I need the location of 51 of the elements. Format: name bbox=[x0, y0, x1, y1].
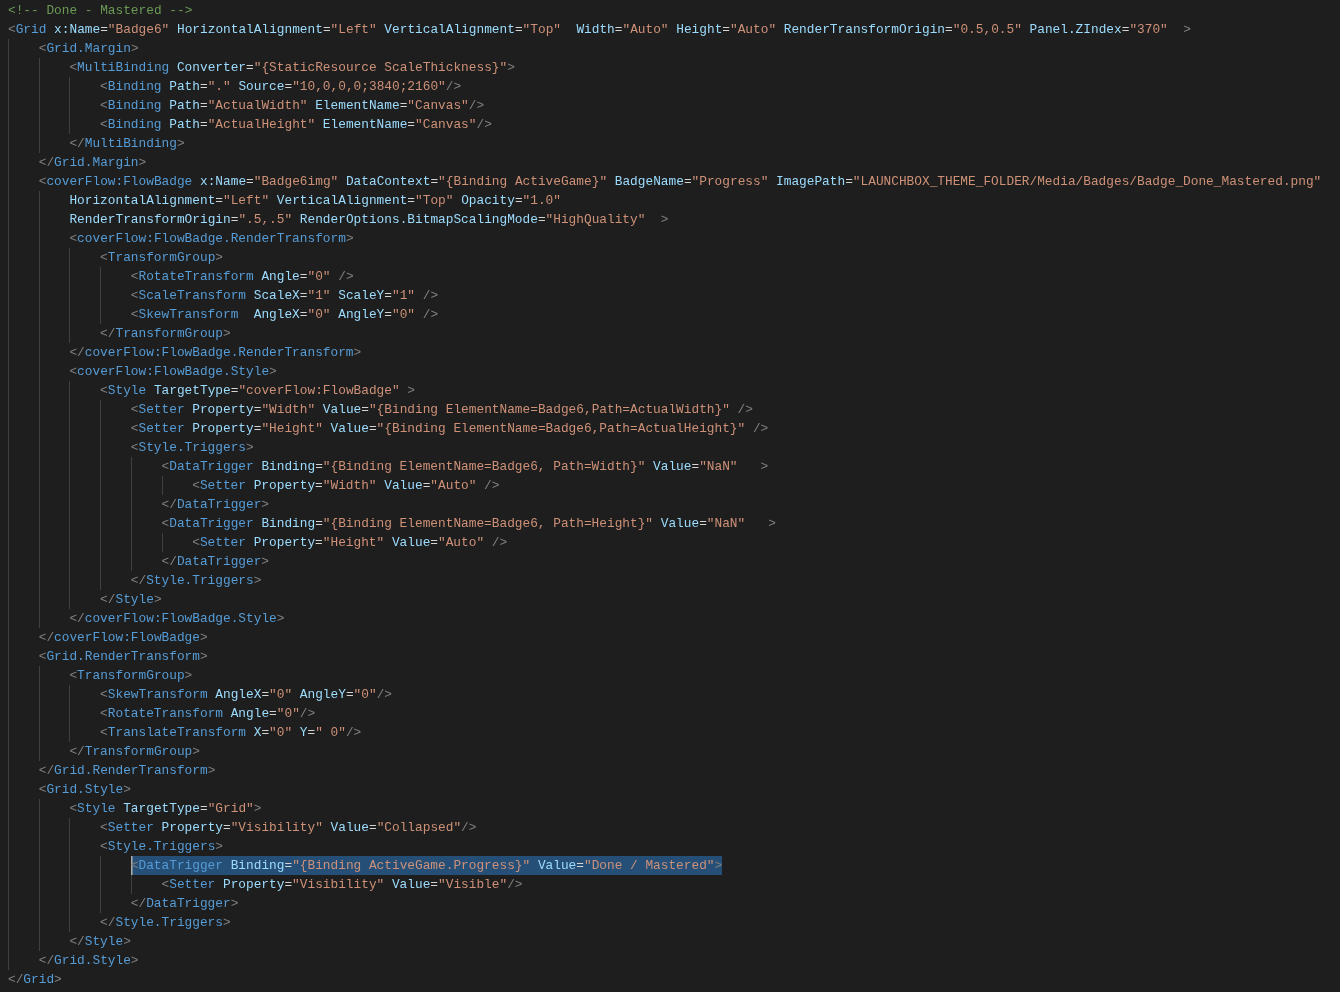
code-line: <Setter Property="Visibility" Value="Visible"/> bbox=[161, 876, 523, 894]
code-line: <coverFlow:FlowBadge x:Name="Badge6img" DataContext="{Binding ActiveGame}" BadgeName="Progress" ImagePath="LAUNCHBOX_THEME_FOLDER/Media/Badges/Badge_Done_Mastered.png" bbox=[38, 173, 1322, 191]
code-line: <Setter Property="Visibility" Value="Collapsed"/> bbox=[100, 819, 477, 837]
code-line: </Grid.Style> bbox=[38, 952, 139, 970]
code-line: <Binding Path="." Source="10,0,0,0;3840;2160"/> bbox=[100, 78, 462, 96]
code-line: <Style TargetType="coverFlow:FlowBadge" > bbox=[100, 382, 416, 400]
code-line: </TransformGroup> bbox=[100, 325, 231, 343]
code-line: <Grid.RenderTransform> bbox=[38, 648, 208, 666]
code-line: </DataTrigger> bbox=[130, 895, 239, 913]
code-line: <RotateTransform Angle="0"/> bbox=[100, 705, 316, 723]
code-line: <TranslateTransform X="0" Y=" 0"/> bbox=[100, 724, 362, 742]
code-line: </coverFlow:FlowBadge> bbox=[38, 629, 208, 647]
code-line: </coverFlow:FlowBadge.Style> bbox=[69, 610, 285, 628]
code-line: </Grid> bbox=[8, 971, 62, 989]
code-line: <coverFlow:FlowBadge.Style> bbox=[69, 363, 277, 381]
code-line: <SkewTransform AngleX="0" AngleY="0"/> bbox=[100, 686, 392, 704]
code-line: </Grid.RenderTransform> bbox=[38, 762, 216, 780]
code-line: <Setter Property="Width" Value="{Binding ElementName=Badge6,Path=ActualWidth}" /> bbox=[130, 401, 753, 419]
code-line: <Style.Triggers> bbox=[130, 439, 254, 457]
code-line: </TransformGroup> bbox=[69, 743, 200, 761]
code-line: <ScaleTransform ScaleX="1" ScaleY="1" /> bbox=[130, 287, 439, 305]
code-line: </DataTrigger> bbox=[161, 496, 270, 514]
code-line: <DataTrigger Binding="{Binding ElementName=Badge6, Path=Width}" Value="NaN" > bbox=[161, 458, 769, 476]
code-line: <TransformGroup> bbox=[69, 667, 193, 685]
code-line: <!-- Done - Mastered --> bbox=[8, 2, 193, 20]
code-line: <Binding Path="ActualWidth" ElementName="Canvas"/> bbox=[100, 97, 485, 115]
code-line: HorizontalAlignment="Left" VerticalAlignment="Top" Opacity="1.0" bbox=[69, 192, 561, 210]
code-line: </Style.Triggers> bbox=[130, 572, 262, 590]
code-line: <SkewTransform AngleX="0" AngleY="0" /> bbox=[130, 306, 439, 324]
code-line: <Style.Triggers> bbox=[100, 838, 223, 856]
code-line: </coverFlow:FlowBadge.RenderTransform> bbox=[69, 344, 362, 362]
code-line: </Style> bbox=[100, 591, 162, 609]
code-line: </Style.Triggers> bbox=[100, 914, 231, 932]
code-line: <Binding Path="ActualHeight" ElementName="Canvas"/> bbox=[100, 116, 492, 134]
code-line: <Setter Property="Width" Value="Auto" /> bbox=[192, 477, 500, 495]
code-line: <MultiBinding Converter="{StaticResource ScaleThickness}"> bbox=[69, 59, 515, 77]
code-line: <Grid x:Name="Badge6" HorizontalAlignment="Left" VerticalAlignment="Top" Width="Auto" Height="Auto" RenderTransformOrigin="0.5,0.5" Panel.ZIndex="370" > bbox=[8, 21, 1191, 39]
code-line: <DataTrigger Binding="{Binding ElementName=Badge6, Path=Height}" Value="NaN" > bbox=[161, 515, 776, 533]
code-line: <Setter Property="Height" Value="{Binding ElementName=Badge6,Path=ActualHeight}" /> bbox=[130, 420, 769, 438]
code-line: </Style> bbox=[69, 933, 131, 951]
code-line: <Setter Property="Height" Value="Auto" /> bbox=[192, 534, 508, 552]
code-line: <Grid.Style> bbox=[38, 781, 131, 799]
code-line: <Style TargetType="Grid"> bbox=[69, 800, 262, 818]
code-line: </DataTrigger> bbox=[161, 553, 270, 571]
code-line: RenderTransformOrigin=".5,.5" RenderOptions.BitmapScalingMode="HighQuality" > bbox=[69, 211, 669, 229]
code-line: </MultiBinding> bbox=[69, 135, 185, 153]
code-line: <Grid.Margin> bbox=[38, 40, 139, 58]
code-line: <RotateTransform Angle="0" /> bbox=[130, 268, 354, 286]
code-line: <TransformGroup> bbox=[100, 249, 223, 267]
code-line: </Grid.Margin> bbox=[38, 154, 147, 172]
code-line: <coverFlow:FlowBadge.RenderTransform> bbox=[69, 230, 354, 248]
